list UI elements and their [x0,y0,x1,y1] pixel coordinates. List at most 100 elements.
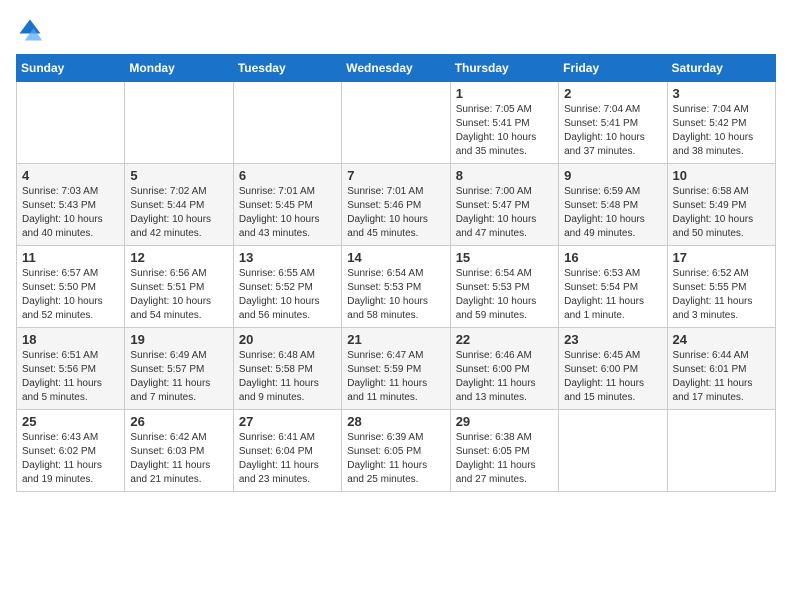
day-info: Sunrise: 6:56 AM Sunset: 5:51 PM Dayligh… [130,267,227,323]
calendar-cell: 23 Sunrise: 6:45 AM Sunset: 6:00 PM Dayli… [559,328,667,410]
calendar-cell [559,410,667,492]
day-number: 3 [673,86,770,101]
page-header [16,16,776,44]
day-info: Sunrise: 6:51 AM Sunset: 5:56 PM Dayligh… [22,349,119,405]
day-info: Sunrise: 6:39 AM Sunset: 6:05 PM Dayligh… [347,431,444,487]
day-info: Sunrise: 7:04 AM Sunset: 5:41 PM Dayligh… [564,103,661,159]
day-info: Sunrise: 6:55 AM Sunset: 5:52 PM Dayligh… [239,267,336,323]
calendar-cell: 9 Sunrise: 6:59 AM Sunset: 5:48 PM Daylig… [559,164,667,246]
day-number: 18 [22,332,119,347]
day-number: 29 [456,414,553,429]
week-row: 25 Sunrise: 6:43 AM Sunset: 6:02 PM Dayli… [17,410,776,492]
calendar-cell: 17 Sunrise: 6:52 AM Sunset: 5:55 PM Dayli… [667,246,775,328]
week-row: 1 Sunrise: 7:05 AM Sunset: 5:41 PM Daylig… [17,82,776,164]
calendar-cell: 19 Sunrise: 6:49 AM Sunset: 5:57 PM Dayli… [125,328,233,410]
calendar-cell: 5 Sunrise: 7:02 AM Sunset: 5:44 PM Daylig… [125,164,233,246]
day-number: 24 [673,332,770,347]
day-info: Sunrise: 6:57 AM Sunset: 5:50 PM Dayligh… [22,267,119,323]
day-info: Sunrise: 6:43 AM Sunset: 6:02 PM Dayligh… [22,431,119,487]
day-number: 11 [22,250,119,265]
day-number: 22 [456,332,553,347]
calendar-cell: 10 Sunrise: 6:58 AM Sunset: 5:49 PM Dayli… [667,164,775,246]
day-info: Sunrise: 6:41 AM Sunset: 6:04 PM Dayligh… [239,431,336,487]
day-header-sunday: Sunday [17,55,125,82]
day-info: Sunrise: 6:45 AM Sunset: 6:00 PM Dayligh… [564,349,661,405]
calendar-cell: 21 Sunrise: 6:47 AM Sunset: 5:59 PM Dayli… [342,328,450,410]
day-info: Sunrise: 7:05 AM Sunset: 5:41 PM Dayligh… [456,103,553,159]
day-number: 7 [347,168,444,183]
day-number: 28 [347,414,444,429]
day-info: Sunrise: 6:42 AM Sunset: 6:03 PM Dayligh… [130,431,227,487]
day-number: 16 [564,250,661,265]
logo-icon [16,16,44,44]
day-info: Sunrise: 7:00 AM Sunset: 5:47 PM Dayligh… [456,185,553,241]
calendar-cell: 11 Sunrise: 6:57 AM Sunset: 5:50 PM Dayli… [17,246,125,328]
day-info: Sunrise: 6:54 AM Sunset: 5:53 PM Dayligh… [347,267,444,323]
day-info: Sunrise: 7:04 AM Sunset: 5:42 PM Dayligh… [673,103,770,159]
calendar-cell: 28 Sunrise: 6:39 AM Sunset: 6:05 PM Dayli… [342,410,450,492]
calendar-cell [342,82,450,164]
calendar-cell: 8 Sunrise: 7:00 AM Sunset: 5:47 PM Daylig… [450,164,558,246]
day-info: Sunrise: 7:01 AM Sunset: 5:46 PM Dayligh… [347,185,444,241]
day-number: 14 [347,250,444,265]
day-number: 21 [347,332,444,347]
calendar-cell: 22 Sunrise: 6:46 AM Sunset: 6:00 PM Dayli… [450,328,558,410]
header-row: SundayMondayTuesdayWednesdayThursdayFrid… [17,55,776,82]
day-number: 23 [564,332,661,347]
day-info: Sunrise: 6:58 AM Sunset: 5:49 PM Dayligh… [673,185,770,241]
day-info: Sunrise: 6:48 AM Sunset: 5:58 PM Dayligh… [239,349,336,405]
calendar-cell: 15 Sunrise: 6:54 AM Sunset: 5:53 PM Dayli… [450,246,558,328]
day-info: Sunrise: 6:59 AM Sunset: 5:48 PM Dayligh… [564,185,661,241]
calendar-cell [667,410,775,492]
calendar-cell: 12Sunrise: 6:56 AM Sunset: 5:51 PM Dayli… [125,246,233,328]
day-number: 19 [130,332,227,347]
day-info: Sunrise: 6:46 AM Sunset: 6:00 PM Dayligh… [456,349,553,405]
day-info: Sunrise: 6:54 AM Sunset: 5:53 PM Dayligh… [456,267,553,323]
calendar-cell: 29 Sunrise: 6:38 AM Sunset: 6:05 PM Dayli… [450,410,558,492]
day-info: Sunrise: 7:01 AM Sunset: 5:45 PM Dayligh… [239,185,336,241]
day-number: 4 [22,168,119,183]
week-row: 11 Sunrise: 6:57 AM Sunset: 5:50 PM Dayli… [17,246,776,328]
calendar-cell: 20Sunrise: 6:48 AM Sunset: 5:58 PM Dayli… [233,328,341,410]
day-number: 5 [130,168,227,183]
calendar-cell: 27 Sunrise: 6:41 AM Sunset: 6:04 PM Dayli… [233,410,341,492]
day-info: Sunrise: 6:38 AM Sunset: 6:05 PM Dayligh… [456,431,553,487]
day-number: 25 [22,414,119,429]
day-number: 9 [564,168,661,183]
day-header-wednesday: Wednesday [342,55,450,82]
day-number: 10 [673,168,770,183]
calendar-cell: 16 Sunrise: 6:53 AM Sunset: 5:54 PM Dayli… [559,246,667,328]
day-number: 6 [239,168,336,183]
calendar-cell: 14 Sunrise: 6:54 AM Sunset: 5:53 PM Dayli… [342,246,450,328]
day-info: Sunrise: 6:52 AM Sunset: 5:55 PM Dayligh… [673,267,770,323]
calendar-table: SundayMondayTuesdayWednesdayThursdayFrid… [16,54,776,492]
day-number: 26 [130,414,227,429]
calendar-cell: 18 Sunrise: 6:51 AM Sunset: 5:56 PM Dayli… [17,328,125,410]
day-header-saturday: Saturday [667,55,775,82]
day-info: Sunrise: 6:49 AM Sunset: 5:57 PM Dayligh… [130,349,227,405]
calendar-cell: 6 Sunrise: 7:01 AM Sunset: 5:45 PM Daylig… [233,164,341,246]
calendar-cell: 7 Sunrise: 7:01 AM Sunset: 5:46 PM Daylig… [342,164,450,246]
day-number: 8 [456,168,553,183]
day-number: 17 [673,250,770,265]
day-info: Sunrise: 6:53 AM Sunset: 5:54 PM Dayligh… [564,267,661,323]
calendar-cell: 3 Sunrise: 7:04 AM Sunset: 5:42 PM Daylig… [667,82,775,164]
day-number: 2 [564,86,661,101]
logo [16,16,48,44]
day-number: 27 [239,414,336,429]
calendar-cell: 4 Sunrise: 7:03 AM Sunset: 5:43 PM Daylig… [17,164,125,246]
calendar-cell: 2 Sunrise: 7:04 AM Sunset: 5:41 PM Daylig… [559,82,667,164]
calendar-cell: 24Sunrise: 6:44 AM Sunset: 6:01 PM Dayli… [667,328,775,410]
day-header-tuesday: Tuesday [233,55,341,82]
day-info: Sunrise: 6:47 AM Sunset: 5:59 PM Dayligh… [347,349,444,405]
day-info: Sunrise: 7:02 AM Sunset: 5:44 PM Dayligh… [130,185,227,241]
day-info: Sunrise: 7:03 AM Sunset: 5:43 PM Dayligh… [22,185,119,241]
day-number: 15 [456,250,553,265]
day-header-friday: Friday [559,55,667,82]
day-header-thursday: Thursday [450,55,558,82]
day-header-monday: Monday [125,55,233,82]
calendar-cell: 26 Sunrise: 6:42 AM Sunset: 6:03 PM Dayli… [125,410,233,492]
calendar-cell [233,82,341,164]
day-number: 1 [456,86,553,101]
calendar-cell: 25 Sunrise: 6:43 AM Sunset: 6:02 PM Dayli… [17,410,125,492]
